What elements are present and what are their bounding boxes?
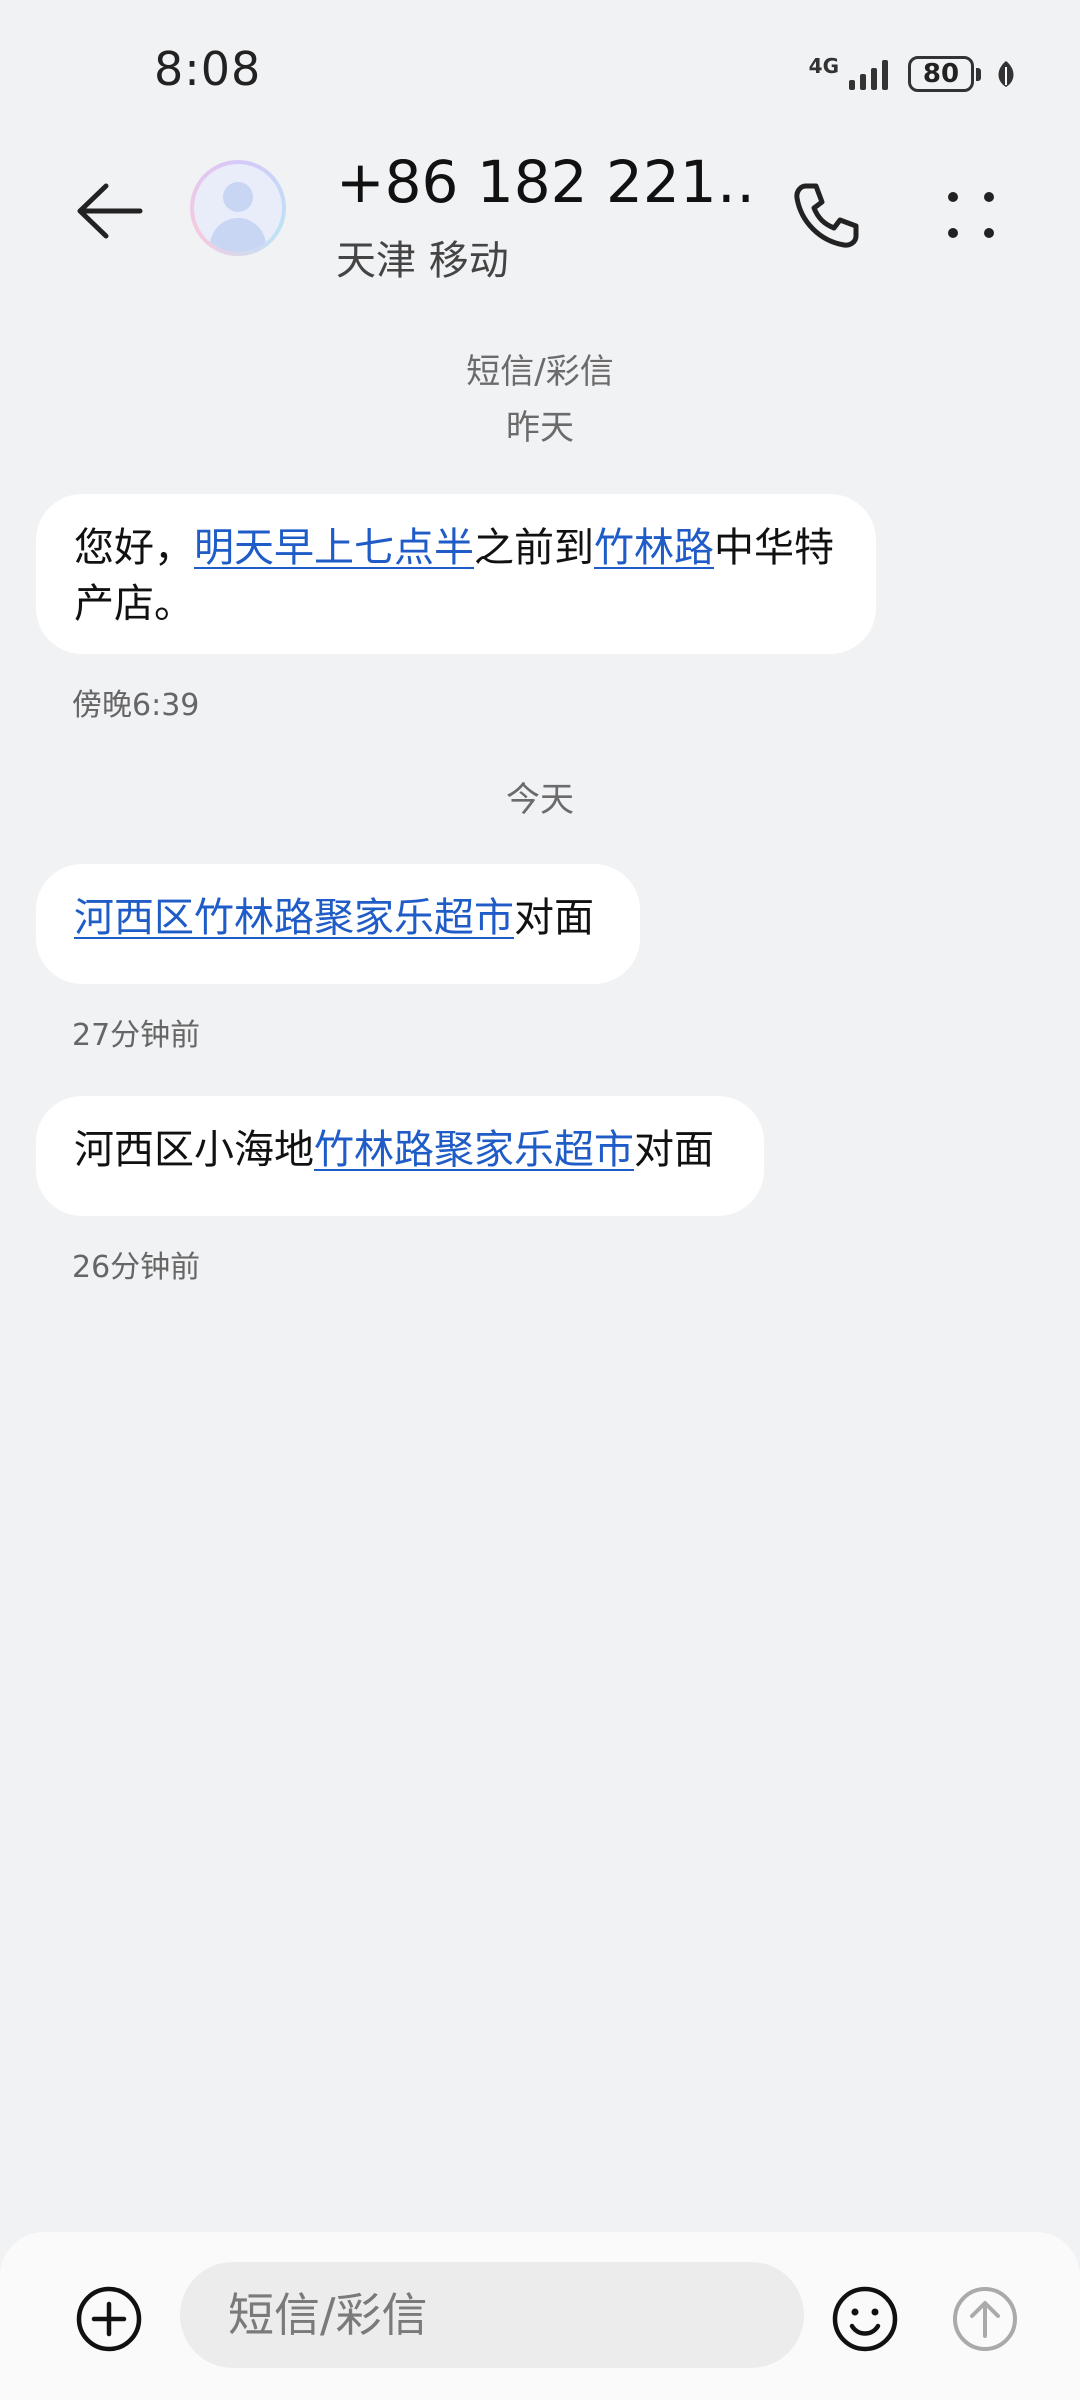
address-link[interactable]: 河西区竹林路聚家乐超市 [74, 895, 514, 941]
message-text: 对面 [514, 895, 594, 941]
date-label-yesterday: 昨天 [506, 408, 574, 448]
status-time: 8:08 [154, 42, 262, 96]
more-icon[interactable] [940, 182, 1010, 252]
battery-level: 80 [922, 59, 960, 89]
network-type: 4G [808, 54, 839, 78]
phone-icon[interactable] [786, 176, 866, 256]
message-text: 河西区小海地 [74, 1127, 314, 1173]
message-text: 您好， [74, 525, 194, 571]
status-bar: 8:08 4G 80 [0, 0, 1080, 140]
message-time: 27分钟前 [72, 1018, 201, 1053]
date-link[interactable]: 明天早上七点半 [194, 525, 474, 571]
back-arrow-icon[interactable] [72, 174, 146, 248]
contact-location: 天津 移动 [336, 238, 509, 284]
avatar-icon [194, 164, 282, 252]
composer-bar [0, 2232, 1080, 2400]
address-link[interactable]: 竹林路聚家乐超市 [314, 1127, 634, 1173]
message-bubble[interactable]: 河西区小海地竹林路聚家乐超市对面 [36, 1096, 764, 1216]
leaf-icon [998, 61, 1014, 87]
add-icon[interactable] [74, 2284, 144, 2354]
avatar[interactable] [190, 160, 286, 256]
contact-name[interactable]: +86 182 221… [336, 148, 756, 216]
message-input[interactable] [180, 2262, 804, 2368]
message-time: 26分钟前 [72, 1250, 201, 1285]
message-bubble[interactable]: 您好，明天早上七点半之前到竹林路中华特产店。 [36, 494, 876, 654]
battery-icon: 80 [908, 56, 981, 92]
signal-icon [849, 58, 888, 90]
conversation-header: +86 182 221… 天津 移动 [0, 140, 1080, 300]
address-link[interactable]: 竹林路 [594, 525, 714, 571]
message-bubble[interactable]: 河西区竹林路聚家乐超市对面 [36, 864, 640, 984]
message-text: 之前到 [474, 525, 594, 571]
message-text: 对面 [634, 1127, 714, 1173]
status-icons: 4G 80 [809, 50, 1018, 98]
sms-conversation-screen: 8:08 4G 80 +86 182 221… 天津 移动 短信/彩信 昨天 您… [0, 0, 1080, 2400]
emoji-icon[interactable] [830, 2284, 900, 2354]
message-time: 傍晚6:39 [72, 688, 200, 723]
channel-label: 短信/彩信 [466, 352, 614, 392]
date-label-today: 今天 [506, 780, 574, 820]
send-icon[interactable] [950, 2284, 1020, 2354]
